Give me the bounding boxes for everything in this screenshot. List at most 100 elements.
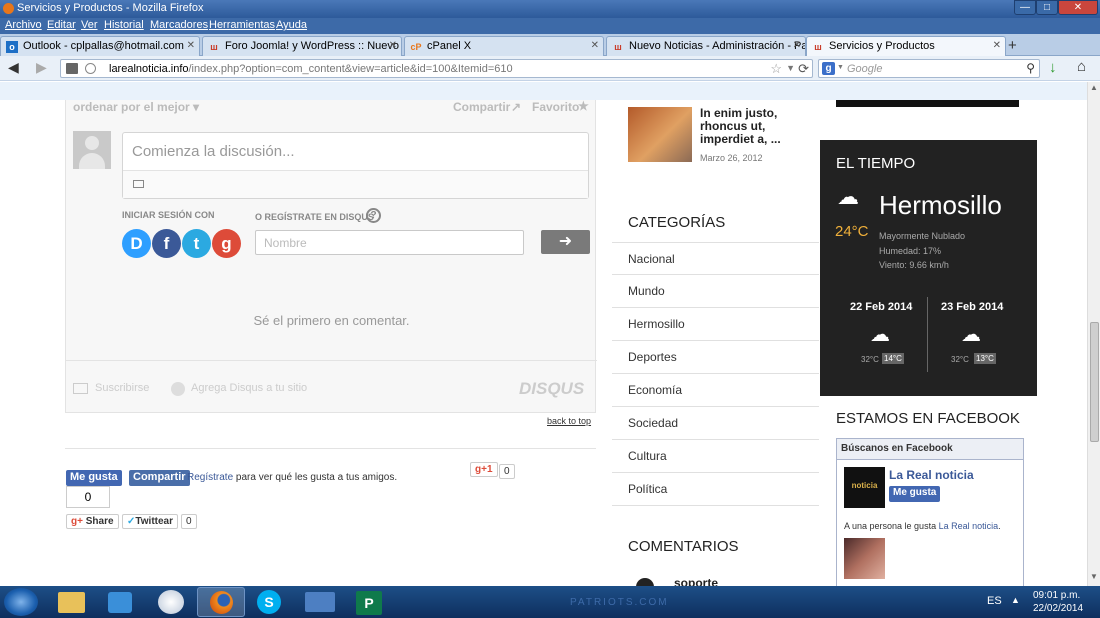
menu-archivo[interactable]: Archivo: [5, 19, 42, 31]
download-icon[interactable]: ↓: [1049, 59, 1057, 76]
search-bar[interactable]: g ▼ Google ⚲: [818, 59, 1040, 78]
forecast-date: 23 Feb 2014: [941, 301, 1004, 313]
subscribe-link[interactable]: Suscribirse: [95, 382, 149, 394]
category-item[interactable]: Política: [612, 473, 819, 506]
share-link[interactable]: Compartir: [453, 100, 510, 114]
article-title[interactable]: In enim justo, rhoncus ut, imperdiet a, …: [700, 107, 795, 146]
tab-foro-joomla[interactable]: ш Foro Joomla! y WordPress :: Nuevo T...…: [202, 36, 402, 56]
home-icon[interactable]: ⌂: [1077, 58, 1086, 75]
category-item[interactable]: Hermosillo: [612, 308, 819, 341]
category-item[interactable]: Nacional: [612, 242, 819, 275]
fb-page-like-button[interactable]: Me gusta: [889, 486, 941, 502]
tab-label: Servicios y Productos: [829, 40, 935, 52]
tab-cpanel[interactable]: cP cPanel X ✕: [404, 36, 604, 56]
back-icon[interactable]: ◀: [8, 59, 19, 76]
comment-author[interactable]: soporte: [674, 576, 718, 586]
sort-dropdown[interactable]: ordenar por el mejor ▾: [73, 100, 199, 114]
dropdown-icon[interactable]: ▼: [786, 63, 795, 73]
submit-arrow-button[interactable]: ➜: [541, 230, 590, 254]
menu-ayuda[interactable]: Ayuda: [276, 19, 307, 31]
category-item[interactable]: Sociedad: [612, 407, 819, 440]
tab-outlook[interactable]: o Outlook - cplpallas@hotmail.com ✕: [0, 36, 200, 56]
close-tab-icon[interactable]: ✕: [187, 40, 195, 51]
scroll-up-icon[interactable]: ▲: [1090, 83, 1098, 92]
menu-historial[interactable]: Historial: [104, 19, 144, 31]
category-item[interactable]: Deportes: [612, 341, 819, 374]
comment-input[interactable]: Comienza la discusión...: [132, 143, 295, 160]
forward-icon[interactable]: ▶: [36, 59, 47, 76]
menu-herramientas[interactable]: Herramientas: [209, 19, 275, 31]
google-share-button[interactable]: g+ Share: [66, 514, 119, 529]
close-tab-icon[interactable]: ✕: [591, 40, 599, 51]
tweet-button[interactable]: ✓Twittear: [122, 514, 178, 529]
gplus-button[interactable]: g+1: [470, 462, 498, 477]
dropdown-icon[interactable]: ▼: [837, 64, 844, 71]
menu-editar[interactable]: Editar: [47, 19, 76, 31]
close-tab-icon[interactable]: ✕: [993, 40, 1001, 51]
add-disqus-link[interactable]: Agrega Disqus a tu sitio: [191, 382, 307, 394]
register-label: O REGÍSTRATE EN DISQUS: [255, 212, 374, 222]
bookmarks-icon[interactable]: [66, 63, 78, 74]
tab-nuevo-noticias[interactable]: ш Nuevo Noticias - Administración - Pa..…: [606, 36, 806, 56]
favorite-link[interactable]: Favorito: [532, 100, 579, 114]
start-button[interactable]: [4, 588, 38, 616]
category-item[interactable]: Mundo: [612, 275, 819, 308]
google-icon[interactable]: g: [822, 62, 835, 75]
clock-time[interactable]: 09:01 p.m.: [1033, 590, 1080, 601]
clock-date[interactable]: 22/02/2014: [1033, 603, 1083, 614]
category-item[interactable]: Economía: [612, 374, 819, 407]
comment-composer[interactable]: Comienza la discusión...: [122, 132, 589, 199]
minimize-button[interactable]: —: [1014, 0, 1036, 15]
publisher-taskbar-icon[interactable]: P: [356, 591, 382, 615]
star-icon[interactable]: ★: [578, 99, 589, 113]
help-icon[interactable]: ?: [366, 208, 381, 223]
share-icon[interactable]: ↗: [511, 100, 521, 114]
disqus-brand[interactable]: DISQUS: [519, 379, 584, 399]
disqus-login-icon[interactable]: D: [122, 229, 151, 258]
fb-box-header: Búscanos en Facebook: [837, 439, 1023, 460]
search-input[interactable]: Google: [847, 63, 882, 75]
facebook-login-icon[interactable]: f: [152, 229, 181, 258]
twitter-login-icon[interactable]: t: [182, 229, 211, 258]
register-link[interactable]: Regístrate: [187, 472, 233, 483]
fb-like-button[interactable]: Me gusta: [66, 470, 122, 486]
mail-icon[interactable]: [73, 383, 88, 394]
close-tab-icon[interactable]: ✕: [389, 40, 397, 51]
firefox-taskbar-button[interactable]: [197, 587, 245, 617]
category-item[interactable]: Cultura: [612, 440, 819, 473]
explorer-taskbar-icon[interactable]: [58, 592, 85, 613]
skype-taskbar-icon[interactable]: S: [257, 590, 281, 614]
fb-share-button[interactable]: Compartir: [129, 470, 190, 486]
window-titlebar: Servicios y Productos - Mozilla Firefox …: [0, 0, 1100, 18]
page-avatar[interactable]: noticia: [844, 467, 885, 508]
search-icon[interactable]: ⚲: [1026, 61, 1035, 75]
new-tab-icon[interactable]: +: [1008, 37, 1017, 54]
url-bar[interactable]: larealnoticia.info/index.php?option=com_…: [60, 59, 813, 78]
image-upload-icon[interactable]: [133, 180, 144, 188]
close-window-button[interactable]: ✕: [1058, 0, 1098, 15]
close-tab-icon[interactable]: ✕: [793, 40, 801, 51]
fan-avatar[interactable]: [844, 538, 885, 579]
article-thumbnail[interactable]: [628, 107, 692, 162]
scroll-down-icon[interactable]: ▼: [1090, 572, 1098, 581]
page-scrollbar[interactable]: ▲ ▼: [1087, 82, 1100, 586]
site-info-icon[interactable]: [85, 63, 96, 74]
name-input[interactable]: Nombre: [255, 230, 524, 255]
back-to-top-link[interactable]: back to top: [547, 416, 591, 426]
reload-icon[interactable]: ⟳: [798, 61, 809, 77]
tab-servicios[interactable]: ш Servicios y Productos ✕: [806, 36, 1006, 56]
star-bookmark-icon[interactable]: ☆: [770, 61, 782, 77]
tray-arrow-icon[interactable]: ▲: [1011, 595, 1020, 605]
google-login-icon[interactable]: g: [212, 229, 241, 258]
maximize-button[interactable]: □: [1036, 0, 1058, 15]
paint-taskbar-icon[interactable]: [158, 590, 184, 614]
menu-ver[interactable]: Ver: [81, 19, 98, 31]
network-taskbar-icon[interactable]: [305, 592, 335, 612]
gplus-count: 0: [499, 464, 515, 479]
forecast-date: 22 Feb 2014: [850, 301, 913, 313]
scrollbar-thumb[interactable]: [1090, 322, 1099, 442]
page-name[interactable]: La Real noticia: [889, 468, 974, 482]
language-indicator[interactable]: ES: [987, 595, 1002, 607]
menu-marcadores[interactable]: Marcadores: [150, 19, 208, 31]
media-player-taskbar-icon[interactable]: [108, 592, 132, 613]
